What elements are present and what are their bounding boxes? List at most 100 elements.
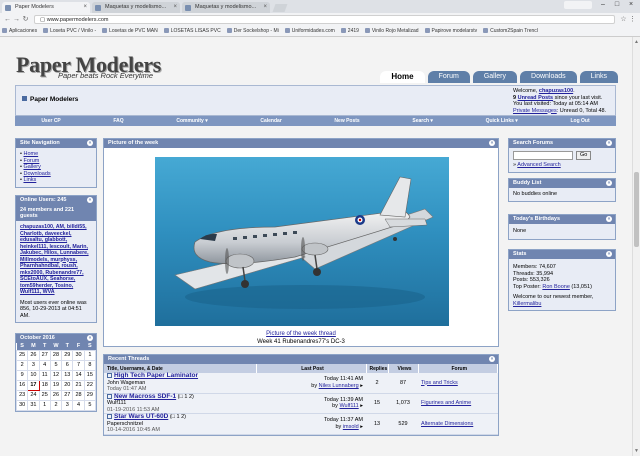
new-tab-button[interactable] (272, 4, 288, 12)
dc3-model-photo[interactable] (155, 157, 449, 326)
nav-link-gallery[interactable]: Gallery (23, 164, 40, 170)
menu-faq[interactable]: FAQ (113, 118, 123, 124)
nav-tab-downloads[interactable]: Downloads (520, 71, 577, 83)
go-to-post-icon[interactable]: ▸ (360, 383, 363, 389)
collapse-icon[interactable]: « (87, 335, 93, 341)
collapse-icon[interactable]: « (606, 251, 612, 257)
calendar-day[interactable]: 25 (15, 349, 29, 361)
calendar-day[interactable]: 6 (61, 359, 74, 371)
menu-new-posts[interactable]: New Posts (334, 118, 359, 124)
bookmark-item[interactable]: Custom2Spain Trencl (483, 28, 538, 34)
bookmark-item[interactable]: Vinilo Rojo Metalizad (364, 28, 419, 34)
menu-community[interactable]: Community ▾ (176, 118, 207, 124)
vertical-scrollbar[interactable]: ▲ ▼ (632, 37, 640, 456)
calendar-day[interactable]: 27 (38, 349, 51, 361)
calendar-day[interactable]: 17 (27, 379, 40, 391)
bookmark-item[interactable]: Loseta PVC / Vinilo - (43, 28, 96, 34)
last-poster-link[interactable]: Niles Lunnaberg (319, 383, 359, 389)
calendar-day[interactable]: 1 (38, 399, 51, 411)
calendar-day[interactable]: 2 (49, 399, 63, 411)
go-to-post-icon[interactable]: ▸ (360, 424, 363, 430)
calendar-day[interactable]: 18 (38, 379, 51, 391)
nav-link-forum[interactable]: Forum (23, 158, 39, 164)
calendar-day[interactable]: 20 (61, 379, 74, 391)
nav-link-links[interactable]: Links (23, 177, 36, 183)
browser-tab-maquetas-2[interactable]: Maquetas y modelismo... × (182, 2, 270, 13)
nav-tab-home[interactable]: Home (380, 71, 425, 83)
calendar-day[interactable]: 26 (27, 349, 40, 361)
calendar-day[interactable]: 5 (83, 399, 97, 411)
address-bar[interactable]: ▢ www.papermodelers.com (34, 14, 615, 24)
potw-thread-link[interactable]: Picture of the week thread (266, 331, 336, 337)
calendar-day[interactable]: 19 (49, 379, 63, 391)
nav-link-home[interactable]: Home (23, 151, 38, 157)
collapse-icon[interactable]: « (489, 356, 495, 362)
close-tab-icon[interactable]: × (263, 2, 267, 13)
collapse-icon[interactable]: « (489, 140, 495, 146)
calendar-day[interactable]: 31 (27, 399, 40, 411)
top-poster-link[interactable]: Ron Boone (542, 284, 570, 290)
browser-tab-maquetas-1[interactable]: Maquetas y modelismo... × (92, 2, 180, 13)
forum-link[interactable]: Figurines and Anime (421, 400, 471, 406)
calendar-day[interactable]: 23 (15, 389, 29, 401)
calendar-day[interactable]: 3 (61, 399, 74, 411)
calendar-day[interactable]: 1 (83, 349, 97, 361)
reload-icon[interactable]: ↻ (21, 15, 30, 23)
bookmark-item[interactable]: Der Sockelshop - Mi (226, 28, 279, 34)
bookmark-item[interactable]: LOSETAS LISAS PVC (163, 28, 221, 34)
scroll-up-icon[interactable]: ▲ (634, 39, 639, 45)
scroll-down-icon[interactable]: ▼ (634, 448, 639, 454)
menu-icon[interactable]: ⋮ (628, 15, 637, 23)
username-link[interactable]: chapuzas100 (539, 88, 573, 94)
calendar-day[interactable]: 15 (83, 369, 97, 381)
browser-tab-paper-modelers[interactable]: Paper Modelers × (2, 2, 90, 13)
close-window-icon[interactable]: × (624, 0, 638, 10)
bookmark-item[interactable]: 2419 (340, 28, 359, 34)
calendar-day[interactable]: 4 (72, 399, 85, 411)
last-poster-link[interactable]: imsold (343, 424, 359, 430)
thread-title-link[interactable]: Star Wars UT-60D (114, 413, 168, 420)
calendar-day[interactable]: 9 (15, 369, 29, 381)
advanced-search-link[interactable]: Advanced Search (517, 162, 560, 168)
menu-calendar[interactable]: Calendar (260, 118, 281, 124)
calendar-day[interactable]: 29 (83, 389, 97, 401)
calendar-day[interactable]: 22 (83, 379, 97, 391)
calendar-day[interactable]: 2 (15, 359, 29, 371)
bookmark-apps[interactable]: Aplicaciones (2, 28, 37, 34)
calendar-day[interactable]: 30 (15, 399, 29, 411)
calendar-day[interactable]: 10 (27, 369, 40, 381)
calendar-day[interactable]: 25 (38, 389, 51, 401)
star-icon[interactable]: ☆ (619, 15, 628, 23)
collapse-icon[interactable]: « (606, 180, 612, 186)
menu-quick-links[interactable]: Quick Links ▾ (486, 118, 518, 124)
nav-tab-forum[interactable]: Forum (427, 71, 470, 83)
private-messages-link[interactable]: Private Messages (513, 108, 557, 114)
calendar-day[interactable]: 4 (38, 359, 51, 371)
forward-arrow-icon[interactable]: → (12, 16, 21, 23)
collapse-icon[interactable]: « (606, 216, 612, 222)
calendar-day[interactable]: 14 (72, 369, 85, 381)
calendar-day[interactable]: 13 (61, 369, 74, 381)
collapse-icon[interactable]: « (87, 140, 93, 146)
newest-member-link[interactable]: Killermalibu (513, 301, 541, 307)
calendar-day[interactable]: 3 (27, 359, 40, 371)
bookmark-item[interactable]: Papirove modelarstv (424, 28, 477, 34)
back-arrow-icon[interactable]: ← (3, 16, 12, 23)
collapse-icon[interactable]: « (87, 197, 93, 203)
last-poster-link[interactable]: Wulf111 (339, 403, 358, 409)
calendar-day[interactable]: 29 (61, 349, 74, 361)
collapse-icon[interactable]: « (606, 140, 612, 146)
close-tab-icon[interactable]: × (173, 2, 177, 13)
calendar-day[interactable]: 28 (49, 349, 63, 361)
nav-link-downloads[interactable]: Downloads (23, 171, 50, 177)
menu-search[interactable]: Search ▾ (412, 118, 433, 124)
thread-title-link[interactable]: New Macross SDF-1 (114, 393, 176, 400)
scroll-thumb[interactable] (634, 172, 639, 247)
thread-pages[interactable]: (□ 1 2) (170, 414, 186, 420)
calendar-day[interactable]: 16 (15, 379, 29, 391)
profile-button[interactable] (564, 1, 592, 9)
unread-posts-link[interactable]: Unread Posts (518, 95, 553, 101)
search-go-button[interactable]: Go (576, 151, 592, 160)
search-input[interactable] (513, 151, 573, 160)
calendar-day[interactable]: 27 (61, 389, 74, 401)
